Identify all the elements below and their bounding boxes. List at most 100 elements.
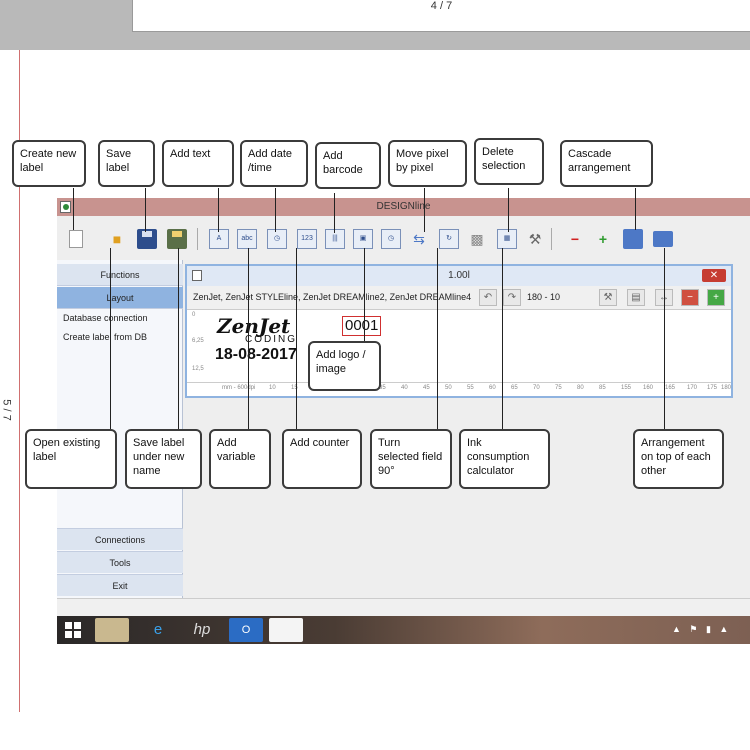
callout-arrange-top: Arrangement on top of each other <box>633 429 724 489</box>
new-label-icon[interactable] <box>69 230 83 248</box>
designline-taskbar-icon[interactable] <box>269 618 303 642</box>
ruler-tick: 165 <box>665 385 676 391</box>
leader-line <box>178 248 179 430</box>
leader-line <box>73 188 74 230</box>
windows-start-icon[interactable] <box>65 622 81 638</box>
brand-logo-subtext: CODING <box>245 334 297 345</box>
add-date-time-icon[interactable]: ◷ <box>267 229 287 249</box>
move-pixel-icon[interactable]: ⇆ <box>409 229 429 249</box>
save-icon[interactable] <box>137 229 157 249</box>
ruler-tick: 50 <box>445 385 452 391</box>
status-bar <box>57 598 750 616</box>
system-tray[interactable]: ▲ ⚑ ▮ ▲ <box>672 624 731 635</box>
callout-open-existing: Open existing label <box>25 429 117 489</box>
label-canvas[interactable]: 0 6,25 12,5 ZenJet CODING 0001 18-08-201… <box>187 310 731 396</box>
redo-icon[interactable]: ↷ <box>503 289 521 306</box>
hp-icon[interactable]: hp <box>185 618 219 642</box>
callout-cascade: Cascade arrangement <box>560 140 653 187</box>
ruler-tick: 60 <box>489 385 496 391</box>
ruler-tick: 65 <box>511 385 518 391</box>
ruler-tick: 40 <box>401 385 408 391</box>
callout-save-new-name: Save label under new name <box>125 429 202 489</box>
create-label-from-db-link[interactable]: Create label from DB <box>63 332 147 342</box>
add-icon[interactable]: + <box>707 289 725 306</box>
callout-add-text: Add text <box>162 140 234 187</box>
close-icon[interactable]: ✕ <box>702 269 726 282</box>
ruler-unit: mm - 600dpi <box>222 385 256 391</box>
zoom-out-icon[interactable]: − <box>565 229 585 249</box>
date-field[interactable]: 18-08-2017 <box>215 346 297 364</box>
ruler-tick: 80 <box>577 385 584 391</box>
zoom-in-icon[interactable]: + <box>593 229 613 249</box>
delete-icon[interactable]: ▩ <box>467 229 487 249</box>
label-window-toolbar: ZenJet, ZenJet STYLEline, ZenJet DREAMli… <box>187 286 731 310</box>
add-variable-icon[interactable]: abc <box>237 229 257 249</box>
add-counter-icon[interactable]: 123 <box>297 229 317 249</box>
callout-add-barcode: Add barcode <box>315 142 381 189</box>
settings-icon[interactable]: ⚒ <box>599 289 617 306</box>
printer-list: ZenJet, ZenJet STYLEline, ZenJet DREAMli… <box>193 292 472 302</box>
add-text-icon[interactable]: A <box>209 229 229 249</box>
layout-button[interactable]: Layout <box>57 287 183 309</box>
page-number: 5 / 7 <box>0 399 13 421</box>
previous-page-number: 4 / 7 <box>430 0 453 12</box>
counter-field[interactable]: 0001 <box>342 316 382 336</box>
ruler-tick: 55 <box>467 385 474 391</box>
undo-icon[interactable]: ↶ <box>479 289 497 306</box>
horizontal-ruler: mm - 600dpi 10 15 20 25 30 35 40 45 50 5… <box>187 382 731 394</box>
ruler-tick: 160 <box>643 385 654 391</box>
print-icon[interactable]: ▤ <box>627 289 645 306</box>
ruler-tick: 45 <box>423 385 430 391</box>
add-logo-icon[interactable]: ▣ <box>353 229 373 249</box>
app-title: DESIGNline <box>376 201 431 212</box>
leader-line <box>508 188 509 232</box>
leader-line <box>334 193 335 233</box>
callout-add-counter: Add counter <box>282 429 362 489</box>
callout-move-pixel: Move pixel by pixel <box>388 140 467 187</box>
turn-field-icon[interactable]: ◷ <box>381 229 401 249</box>
previous-page: 4 / 7 <box>132 0 750 32</box>
leader-line <box>275 188 276 232</box>
app-screenshot: DESIGNline ■ A abc ◷ 123 ||| ▣ ◷ ⇆ ↻ ▩ ▦… <box>57 198 750 644</box>
callout-save-label: Save label <box>98 140 155 187</box>
callout-add-logo: Add logo / image <box>308 341 381 391</box>
exit-button[interactable]: Exit <box>57 574 183 596</box>
leader-line <box>502 248 503 430</box>
rotate-field-icon[interactable]: ↻ <box>439 229 459 249</box>
vertical-ruler-label: 0 <box>192 312 196 318</box>
leader-line <box>424 188 425 232</box>
ruler-tick: 10 <box>269 385 276 391</box>
file-explorer-icon[interactable] <box>95 618 129 642</box>
open-folder-icon[interactable]: ■ <box>107 229 127 249</box>
leader-line <box>110 248 111 430</box>
tools-icon[interactable]: ⚒ <box>525 229 545 249</box>
remove-icon[interactable]: − <box>681 289 699 306</box>
add-barcode-icon[interactable]: ||| <box>325 229 345 249</box>
save-as-icon[interactable] <box>167 229 187 249</box>
callout-create-new-label: Create new label <box>12 140 86 187</box>
ruler-tick: 170 <box>687 385 698 391</box>
leader-line <box>364 248 365 342</box>
label-window-title: 1.00l <box>448 270 470 281</box>
cascade-icon[interactable] <box>623 229 643 249</box>
toolbar-separator <box>197 228 198 250</box>
ink-calculator-icon[interactable]: ▦ <box>497 229 517 249</box>
leader-line <box>218 188 219 232</box>
ruler-tick: 155 <box>621 385 632 391</box>
callout-add-date-time: Add date /time <box>240 140 308 187</box>
ruler-tick: 175 <box>707 385 718 391</box>
connections-button[interactable]: Connections <box>57 528 183 550</box>
leader-line <box>248 248 249 430</box>
arrange-top-icon[interactable] <box>653 231 673 247</box>
windows-taskbar: e hp O ▲ ⚑ ▮ ▲ <box>57 616 750 644</box>
outlook-icon[interactable]: O <box>229 618 263 642</box>
callout-ink-calculator: Ink consumption calculator <box>459 429 550 489</box>
ruler-tick: 180 <box>721 385 732 391</box>
tools-button[interactable]: Tools <box>57 551 183 573</box>
database-connection-link[interactable]: Database connection <box>63 313 148 323</box>
label-editor-window: 1.00l ✕ ZenJet, ZenJet STYLEline, ZenJet… <box>185 264 733 398</box>
functions-button[interactable]: Functions <box>57 264 183 286</box>
callout-turn-field: Turn selected field 90° <box>370 429 452 489</box>
internet-explorer-icon[interactable]: e <box>141 618 175 642</box>
app-titlebar: DESIGNline <box>57 198 750 216</box>
